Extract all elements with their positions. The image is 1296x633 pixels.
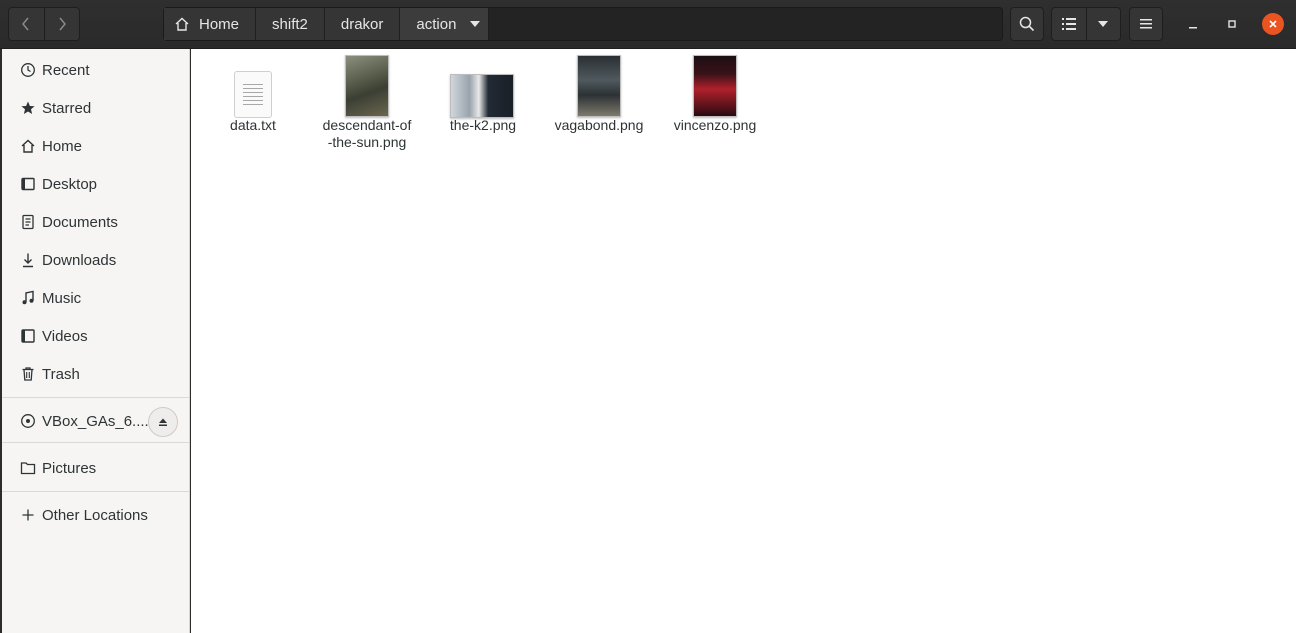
plus-icon xyxy=(16,507,40,523)
file-item[interactable]: vagabond.png xyxy=(549,55,649,134)
document-icon xyxy=(16,214,40,230)
sidebar-item-downloads[interactable]: Downloads xyxy=(2,241,189,279)
chevron-left-icon xyxy=(22,17,29,31)
sidebar: Recent Starred Home Desktop Documents Do… xyxy=(2,49,190,633)
breadcrumb-label: Home xyxy=(199,15,240,33)
forward-button[interactable] xyxy=(43,8,80,40)
search-icon xyxy=(1019,16,1035,32)
sidebar-item-desktop[interactable]: Desktop xyxy=(2,165,189,203)
image-thumbnail xyxy=(693,55,737,117)
sidebar-item-vbox-drive[interactable]: VBox_GAs_6.... xyxy=(2,402,189,440)
back-button[interactable] xyxy=(9,8,44,40)
maximize-button[interactable] xyxy=(1222,14,1242,34)
breadcrumb-action[interactable]: action xyxy=(400,8,490,40)
clock-icon xyxy=(16,62,40,78)
file-name: descendant-of-the-sun.png xyxy=(322,117,412,150)
sidebar-item-videos[interactable]: Videos xyxy=(2,317,189,355)
disc-icon xyxy=(16,413,40,429)
file-name: data.txt xyxy=(230,117,276,133)
desktop-icon xyxy=(16,176,40,192)
sidebar-item-home[interactable]: Home xyxy=(2,127,189,165)
caret-down-icon xyxy=(1098,21,1109,27)
breadcrumb-shift2[interactable]: shift2 xyxy=(256,8,325,40)
sidebar-item-label: Videos xyxy=(42,327,88,345)
file-item[interactable]: descendant-of-the-sun.png xyxy=(317,55,417,151)
sidebar-item-label: Desktop xyxy=(42,175,98,193)
sidebar-item-other-locations[interactable]: Other Locations xyxy=(2,496,189,534)
list-view-button[interactable] xyxy=(1052,8,1086,40)
sidebar-item-label: Pictures xyxy=(42,459,97,477)
sidebar-item-documents[interactable]: Documents xyxy=(2,203,189,241)
sidebar-item-music[interactable]: Music xyxy=(2,279,189,317)
sidebar-item-label: Music xyxy=(42,289,82,307)
chevron-right-icon xyxy=(59,17,66,31)
file-item[interactable]: vincenzo.png xyxy=(665,55,765,134)
breadcrumb-label: drakor xyxy=(340,15,384,33)
sidebar-item-starred[interactable]: Starred xyxy=(2,89,189,127)
hamburger-icon xyxy=(1140,19,1152,29)
file-view: data.txt descendant-of-the-sun.png the-k… xyxy=(191,49,1296,633)
sidebar-item-label: VBox_GAs_6.... xyxy=(42,412,149,430)
home-icon xyxy=(175,17,189,31)
breadcrumb-label: action xyxy=(416,15,457,33)
close-button[interactable] xyxy=(1262,13,1284,35)
eject-button[interactable] xyxy=(148,407,178,437)
close-icon xyxy=(1269,20,1277,28)
sidebar-item-recent[interactable]: Recent xyxy=(2,51,189,89)
file-item[interactable]: the-k2.png xyxy=(433,55,533,134)
sidebar-item-label: Documents xyxy=(42,213,118,231)
music-icon xyxy=(16,290,40,306)
view-options-dropdown[interactable] xyxy=(1085,8,1121,40)
file-item[interactable]: data.txt xyxy=(203,55,303,134)
menu-button[interactable] xyxy=(1129,7,1163,41)
minimize-button[interactable] xyxy=(1183,14,1203,34)
download-icon xyxy=(16,252,40,268)
search-button[interactable] xyxy=(1010,7,1044,41)
caret-down-icon xyxy=(470,21,481,27)
home-icon xyxy=(16,138,40,154)
view-options-group xyxy=(1051,7,1121,41)
text-file-icon xyxy=(234,71,272,118)
file-name: vagabond.png xyxy=(554,117,644,133)
breadcrumb-home[interactable]: Home xyxy=(164,8,257,40)
path-bar: Home shift2 drakor action xyxy=(163,7,1003,41)
sidebar-item-label: Recent xyxy=(42,61,90,79)
sidebar-separator xyxy=(2,491,189,492)
list-view-icon xyxy=(1061,18,1076,30)
file-name: the-k2.png xyxy=(449,117,517,133)
sidebar-item-pictures[interactable]: Pictures xyxy=(2,449,189,487)
maximize-icon xyxy=(1228,20,1236,28)
sidebar-item-trash[interactable]: Trash xyxy=(2,355,189,393)
sidebar-item-label: Starred xyxy=(42,99,92,117)
breadcrumb-label: shift2 xyxy=(272,15,308,33)
sidebar-item-label: Home xyxy=(42,137,83,155)
minimize-icon xyxy=(1189,27,1197,29)
folder-icon xyxy=(16,460,40,476)
trash-icon xyxy=(16,366,40,382)
image-thumbnail xyxy=(345,55,389,117)
sidebar-item-label: Downloads xyxy=(42,251,117,269)
file-name: vincenzo.png xyxy=(673,117,757,133)
video-icon xyxy=(16,328,40,344)
eject-icon xyxy=(159,418,167,426)
header-bar: Home shift2 drakor action xyxy=(0,0,1296,49)
sidebar-separator xyxy=(2,397,189,398)
image-thumbnail xyxy=(577,55,621,117)
breadcrumb-drakor[interactable]: drakor xyxy=(324,8,401,40)
star-icon xyxy=(16,100,40,116)
image-thumbnail xyxy=(450,74,514,118)
navigation-buttons xyxy=(8,7,80,41)
sidebar-item-label: Trash xyxy=(42,365,80,383)
sidebar-separator xyxy=(2,442,189,443)
sidebar-item-label: Other Locations xyxy=(42,506,148,524)
